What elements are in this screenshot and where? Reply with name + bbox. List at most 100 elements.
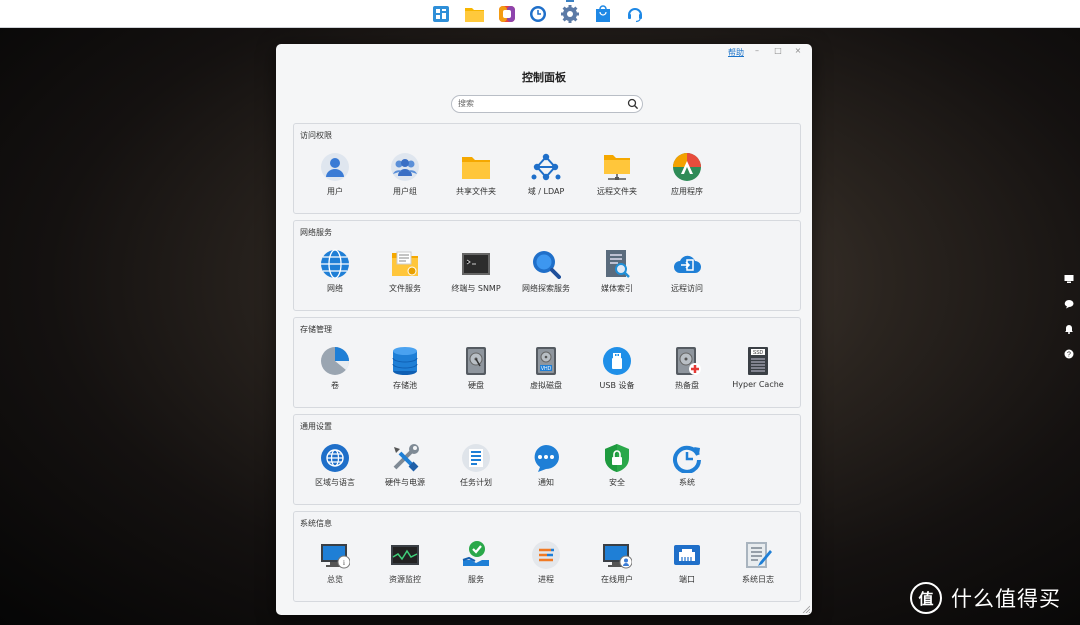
item-system-log[interactable]: 系统日志	[723, 540, 793, 586]
system-log-icon	[746, 542, 772, 568]
overview-icon: i	[321, 544, 350, 569]
item-usb[interactable]: USB 设备	[582, 346, 652, 392]
photos-icon[interactable]	[497, 4, 517, 24]
item-label: 端口	[679, 575, 695, 584]
item-storage-pool[interactable]: 存储池	[370, 346, 440, 392]
security-shield-icon	[605, 444, 629, 472]
notification-bell-icon[interactable]	[1064, 324, 1074, 334]
desktop-widget-bar: ?	[1064, 274, 1076, 374]
task-scheduler-icon	[462, 444, 490, 472]
package-center-icon[interactable]	[593, 4, 613, 24]
services-icon	[462, 541, 489, 566]
main-menu-icon[interactable]	[431, 4, 451, 24]
item-process[interactable]: 进程	[511, 540, 581, 586]
item-label: 远程文件夹	[597, 187, 637, 196]
item-network-discovery[interactable]: 网络探索服务	[511, 249, 581, 295]
item-hot-spare[interactable]: 热备盘	[652, 346, 722, 392]
item-label: 网络探索服务	[522, 284, 570, 293]
terminal-icon	[462, 253, 490, 275]
item-user-group[interactable]: 用户组	[370, 152, 440, 198]
item-remote-folder[interactable]: 远程文件夹	[582, 152, 652, 198]
usb-icon	[603, 347, 631, 375]
item-hdd[interactable]: 硬盘	[441, 346, 511, 392]
section-system-info: 系统信息 i 总览 资源监控 服务 进程 在线用户 端口 系统日志	[293, 511, 801, 602]
item-volume[interactable]: 卷	[300, 346, 370, 392]
item-terminal-snmp[interactable]: 终端与 SNMP	[441, 249, 511, 295]
section-title: 通用设置	[300, 422, 332, 431]
item-overview[interactable]: i 总览	[300, 540, 370, 586]
remote-folder-icon	[604, 155, 630, 180]
item-label: USB 设备	[599, 381, 635, 390]
section-network-services: 网络服务 网络 文件服务 终端与 SNMP 网络探索服务 媒体索引 远程访问	[293, 220, 801, 311]
notification-icon	[534, 445, 559, 472]
item-services[interactable]: 服务	[441, 540, 511, 586]
search-icon[interactable]	[627, 98, 639, 110]
remote-access-icon	[674, 255, 701, 273]
taskbar	[0, 0, 1080, 28]
item-label: Hyper Cache	[732, 380, 784, 389]
message-icon[interactable]	[1064, 299, 1074, 309]
item-media-index[interactable]: 媒体索引	[582, 249, 652, 295]
active-app-indicator	[566, 0, 574, 2]
item-hyper-cache[interactable]: SSD Hyper Cache	[723, 346, 793, 392]
item-region-language[interactable]: 区域与语言	[300, 443, 370, 489]
resize-handle-icon[interactable]	[802, 605, 810, 613]
volume-icon	[321, 347, 350, 375]
item-shared-folder[interactable]: 共享文件夹	[441, 152, 511, 198]
item-label: 安全	[609, 478, 625, 487]
item-hardware-power[interactable]: 硬件与电源	[370, 443, 440, 489]
maximize-button[interactable]: □	[772, 46, 784, 55]
item-domain-ldap[interactable]: 域 / LDAP	[511, 152, 581, 198]
help-link[interactable]: 帮助	[728, 47, 744, 58]
control-panel-icon[interactable]	[560, 4, 580, 24]
item-label: 在线用户	[601, 575, 633, 584]
item-label: 远程访问	[671, 284, 703, 293]
minimize-button[interactable]: –	[751, 46, 763, 55]
storage-pool-icon	[392, 347, 418, 375]
search-input[interactable]: 搜索	[458, 98, 474, 109]
item-virtual-disk[interactable]: VHD 虚拟磁盘	[511, 346, 581, 392]
item-label: 用户	[327, 187, 343, 196]
item-label: 系统日志	[742, 575, 774, 584]
item-task-scheduler[interactable]: 任务计划	[441, 443, 511, 489]
hdd-icon	[466, 347, 486, 375]
item-label: 文件服务	[389, 284, 421, 293]
item-label: 热备盘	[675, 381, 699, 390]
item-port[interactable]: 端口	[652, 540, 722, 586]
section-title: 网络服务	[300, 228, 332, 237]
item-label: 区域与语言	[315, 478, 355, 487]
svg-text:i: i	[343, 559, 345, 567]
item-security[interactable]: 安全	[582, 443, 652, 489]
item-remote-access[interactable]: 远程访问	[652, 249, 722, 295]
item-notification[interactable]: 通知	[511, 443, 581, 489]
resource-monitor-icon	[391, 545, 419, 565]
clock-icon[interactable]	[528, 4, 548, 24]
watermark-text: 什么值得买	[951, 587, 1061, 611]
search-box[interactable]: 搜索	[451, 95, 643, 113]
item-application-privileges[interactable]: 应用程序	[652, 152, 722, 198]
item-label: 硬件与电源	[385, 478, 425, 487]
item-label: 进程	[538, 575, 554, 584]
section-general: 通用设置 区域与语言 硬件与电源 任务计划 通知 安全 系统	[293, 414, 801, 505]
item-label: 通知	[538, 478, 554, 487]
item-user[interactable]: 用户	[300, 152, 370, 198]
close-button[interactable]: ×	[792, 46, 804, 55]
window-title: 控制面板	[522, 71, 566, 84]
item-online-users[interactable]: 在线用户	[582, 540, 652, 586]
help-icon[interactable]: ?	[1064, 349, 1074, 359]
section-title: 访问权限	[300, 131, 332, 140]
item-system[interactable]: 系统	[652, 443, 722, 489]
application-privileges-icon	[673, 153, 701, 181]
ssd-cache-icon: SSD	[748, 347, 768, 375]
section-title: 系统信息	[300, 519, 332, 528]
file-station-icon[interactable]	[464, 4, 484, 24]
item-file-services[interactable]: 文件服务	[370, 249, 440, 295]
hardware-tools-icon	[393, 444, 419, 472]
item-network[interactable]: 网络	[300, 249, 370, 295]
item-label: 硬盘	[468, 381, 484, 390]
item-resource-monitor[interactable]: 资源监控	[370, 540, 440, 586]
resource-widget-icon[interactable]	[1064, 274, 1074, 284]
item-label: 任务计划	[460, 478, 492, 487]
item-label: 存储池	[393, 381, 417, 390]
support-center-icon[interactable]	[625, 4, 645, 24]
